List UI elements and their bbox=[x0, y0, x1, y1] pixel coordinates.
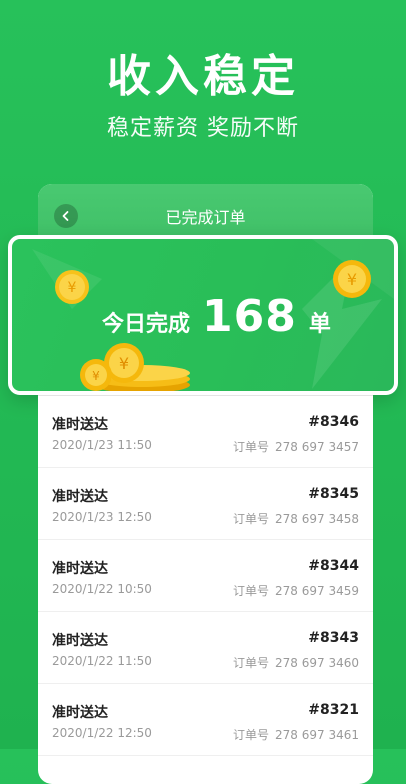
order-status: 准时送达 bbox=[52, 417, 108, 433]
coin-icon: ¥ bbox=[333, 260, 371, 298]
order-number-value: 278 697 3458 bbox=[275, 512, 359, 526]
order-status: 准时送达 bbox=[52, 705, 108, 721]
order-number: 订单号 278 697 3461 bbox=[233, 726, 359, 743]
order-item[interactable]: 准时送达 #8345 2020/1/23 12:50 订单号 278 697 34… bbox=[38, 468, 373, 540]
svg-text:¥: ¥ bbox=[68, 280, 77, 296]
order-id: #8344 bbox=[308, 558, 359, 574]
order-number: 订单号 278 697 3458 bbox=[233, 510, 359, 527]
order-date: 2020/1/22 10:50 bbox=[52, 582, 152, 596]
today-stat: 今日完成 168 单 bbox=[102, 291, 331, 342]
order-status: 准时送达 bbox=[52, 633, 108, 649]
order-number-label: 订单号 bbox=[233, 728, 270, 742]
order-number-label: 订单号 bbox=[233, 584, 270, 598]
order-item[interactable]: 准时送达 #8344 2020/1/22 10:50 订单号 278 697 34… bbox=[38, 540, 373, 612]
order-number-value: 278 697 3460 bbox=[275, 656, 359, 670]
order-number: 订单号 278 697 3459 bbox=[233, 582, 359, 599]
order-date: 2020/1/22 12:50 bbox=[52, 726, 152, 740]
coin-icon: ¥ bbox=[55, 270, 89, 304]
order-item[interactable]: 准时送达 #8343 2020/1/22 11:50 订单号 278 697 34… bbox=[38, 612, 373, 684]
svg-text:¥: ¥ bbox=[347, 270, 357, 289]
order-date: 2020/1/23 12:50 bbox=[52, 510, 152, 524]
stat-unit: 单 bbox=[308, 312, 331, 337]
order-id: #8321 bbox=[308, 702, 359, 718]
today-stat-card: ¥ ¥ ¥ ¥ 今日完成 168 单 bbox=[8, 235, 398, 395]
order-number-value: 278 697 3461 bbox=[275, 728, 359, 742]
order-number-label: 订单号 bbox=[233, 440, 270, 454]
order-status: 准时送达 bbox=[52, 561, 108, 577]
order-date: 2020/1/22 11:50 bbox=[52, 654, 152, 668]
order-number-label: 订单号 bbox=[233, 512, 270, 526]
order-number-value: 278 697 3459 bbox=[275, 584, 359, 598]
order-number-label: 订单号 bbox=[233, 656, 270, 670]
order-item[interactable]: 准时送达 #8346 2020/1/23 11:50 订单号 278 697 34… bbox=[38, 396, 373, 468]
stat-prefix: 今日完成 bbox=[102, 312, 191, 337]
order-id: #8345 bbox=[308, 486, 359, 502]
order-status: 准时送达 bbox=[52, 489, 108, 505]
hero-title: 收入稳定 bbox=[107, 51, 299, 102]
order-number-value: 278 697 3457 bbox=[275, 440, 359, 454]
hero-subtitle: 稳定薪资 奖励不断 bbox=[107, 116, 299, 141]
order-date: 2020/1/23 11:50 bbox=[52, 438, 152, 452]
order-number: 订单号 278 697 3457 bbox=[233, 438, 359, 455]
panel-title: 已完成订单 bbox=[165, 208, 246, 227]
order-number: 订单号 278 697 3460 bbox=[233, 654, 359, 671]
order-id: #8346 bbox=[308, 414, 359, 430]
order-id: #8343 bbox=[308, 630, 359, 646]
svg-text:¥: ¥ bbox=[119, 354, 129, 373]
svg-text:¥: ¥ bbox=[92, 369, 100, 383]
order-list: 准时送达 #8346 2020/1/23 11:50 订单号 278 697 34… bbox=[38, 396, 373, 756]
stat-count: 168 bbox=[202, 291, 297, 342]
order-item[interactable]: 准时送达 #8321 2020/1/22 12:50 订单号 278 697 34… bbox=[38, 684, 373, 756]
coin-stack-icon: ¥ ¥ bbox=[80, 343, 190, 391]
